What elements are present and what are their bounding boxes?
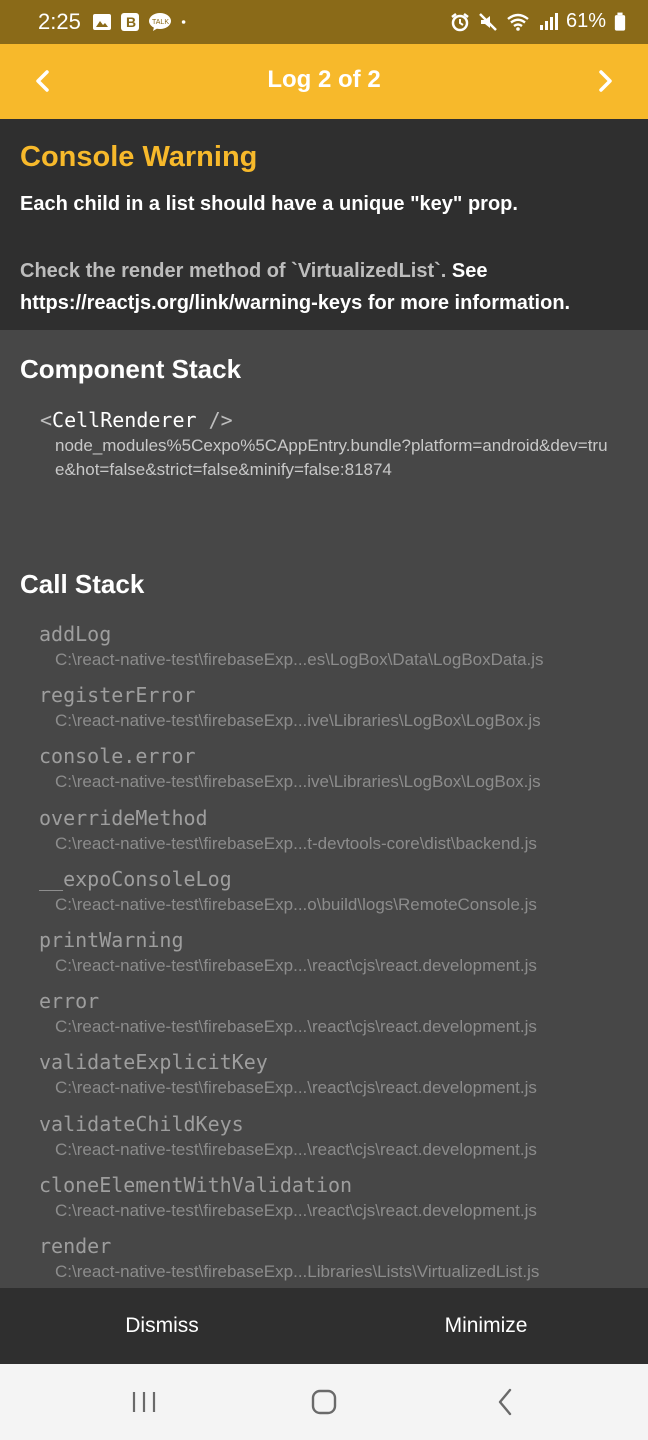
component-location: node_modules%5Cexpo%5CAppEntry.bundle?pl… [55,436,608,479]
action-bar: Dismiss Minimize [0,1288,648,1364]
stack-frame-name: error [39,989,100,1014]
home-icon[interactable] [304,1382,344,1422]
component-stack-entry[interactable]: <CellRenderer /> [40,408,233,432]
stack-frame-name: console.error [39,744,196,769]
log-title: Log 2 of 2 [267,66,381,93]
component-close-bracket: /> [196,408,233,432]
stack-frame-name: validateExplicitKey [39,1050,268,1075]
wifi-icon [507,13,529,31]
stack-frame-location: C:\react-native-test\firebaseExp...t-dev… [55,833,537,853]
b-app-icon: B [121,13,139,31]
back-icon[interactable] [486,1382,526,1422]
call-stack-list: addLog C:\react-native-test\firebaseExp..… [0,622,648,1288]
chevron-right-icon[interactable] [590,66,620,96]
mute-icon [479,12,497,31]
stack-frame-location: C:\react-native-test\firebaseExp...\reac… [55,1139,537,1159]
component-stack-title: Component Stack [20,354,242,384]
signal-icon [539,12,558,30]
stack-frame-location: C:\react-native-test\firebaseExp...es\Lo… [55,650,544,669]
stack-frame-location: C:\react-native-test\firebaseExp...o\bui… [55,894,537,914]
stack-frame[interactable]: render C:\react-native-test\firebaseExp..… [0,1234,648,1288]
stack-frame[interactable]: console.error C:\react-native-test\fireba… [0,744,648,805]
stack-frame-location: C:\react-native-test\firebaseExp...ive\L… [55,772,541,792]
minimize-button[interactable]: Minimize [324,1288,648,1364]
image-icon [93,14,111,30]
warning-detail-grey: Check the render method of `VirtualizedL… [20,260,447,282]
stack-frame-location: C:\react-native-test\firebaseExp...\reac… [55,1078,537,1098]
status-time: 2:25 [38,9,81,34]
stack-frame-name: __expoConsoleLog [39,866,232,891]
system-nav-bar [0,1364,648,1440]
stack-frame-name: cloneElementWithValidation [39,1172,353,1197]
battery-icon [614,12,626,31]
stack-frame-name: render [39,1234,112,1258]
stack-frame-name: printWarning [39,928,184,952]
call-stack-title: Call Stack [20,569,145,599]
stack-frame-location: C:\react-native-test\firebaseExp...\reac… [55,1017,537,1037]
warning-title: Console Warning [20,141,258,173]
warning-detail-see: See [446,260,488,282]
component-open-bracket: < [40,408,53,432]
svg-text:B: B [126,14,136,30]
stack-frame-location: C:\react-native-test\firebaseExp...\reac… [55,1200,537,1220]
status-bar: 2:25 B TALK 61% [0,0,648,44]
svg-text:TALK: TALK [152,19,169,26]
talk-icon: TALK [149,13,171,31]
stack-frame[interactable]: printWarning C:\react-native-test\firebas… [0,928,648,989]
stack-frame-name: validateChildKeys [39,1111,244,1136]
stack-frame-name: registerError [39,683,196,708]
recent-apps-icon[interactable] [124,1382,164,1422]
warning-message: Each child in a list should have a uniqu… [20,193,518,215]
stack-frame[interactable]: overrideMethod C:\react-native-test\fireb… [0,806,648,867]
component-name: CellRenderer [52,408,197,432]
stack-frame[interactable]: registerError C:\react-native-test\fireba… [0,683,648,744]
warning-detail-link[interactable]: https://reactjs.org/link/warning-keys fo… [20,292,570,314]
warning-detail: Check the render method of `VirtualizedL… [20,255,630,319]
stack-frame[interactable]: validateChildKeys C:\react-native-test\fi… [0,1112,648,1173]
dismiss-button[interactable]: Dismiss [0,1288,324,1364]
stack-frame[interactable]: cloneElementWithValidation C:\react-nativ… [0,1173,648,1234]
stack-frame-location: C:\react-native-test\firebaseExp...ive\L… [55,711,541,731]
stack-frame[interactable]: error C:\react-native-test\firebaseExp...… [0,989,648,1050]
stack-frame-name: addLog [39,622,112,646]
alarm-icon [451,12,469,31]
stack-frame[interactable]: validateExplicitKey C:\react-native-test\… [0,1050,648,1111]
stack-frame-location: C:\react-native-test\firebaseExp...Libra… [55,1262,540,1281]
stack-frame-location: C:\react-native-test\firebaseExp...\reac… [55,956,537,975]
warning-panel: Console Warning Each child in a list sho… [0,119,648,330]
log-header: Log 2 of 2 [0,44,648,119]
dot-icon [181,20,186,24]
stack-frame[interactable]: addLog C:\react-native-test\firebaseExp..… [0,622,648,683]
stack-frame[interactable]: __expoConsoleLog C:\react-native-test\fir… [0,867,648,928]
stack-frame-name: overrideMethod [39,805,208,830]
battery-percent: 61% [565,10,606,32]
